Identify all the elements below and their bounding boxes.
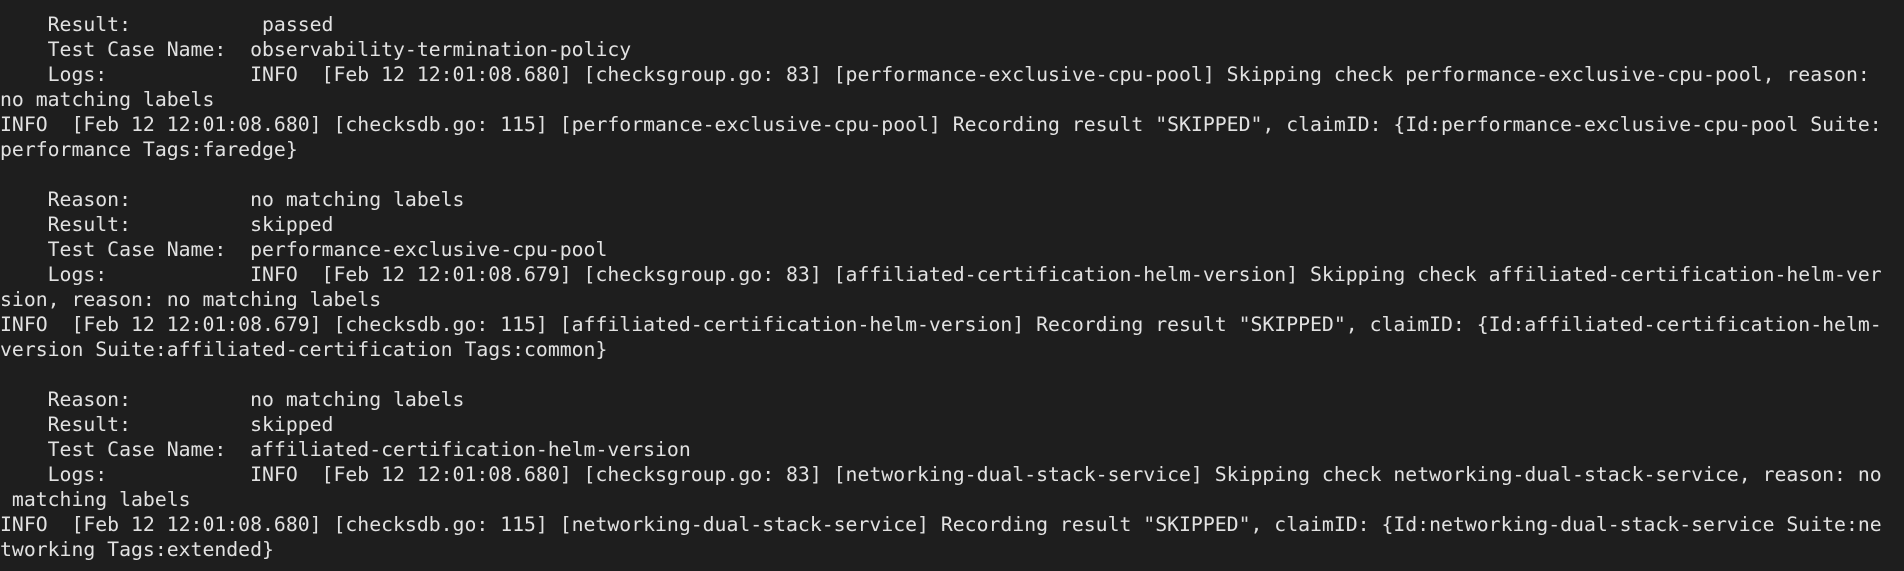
terminal-line: performance Tags:faredge} <box>0 138 298 161</box>
terminal-line: tworking Tags:extended} <box>0 538 274 561</box>
terminal-output[interactable]: Result: passed Test Case Name: observabi… <box>0 0 1904 571</box>
terminal-line: version Suite:affiliated-certification T… <box>0 338 608 361</box>
terminal-line: Logs: INFO [Feb 12 12:01:08.679] [checks… <box>0 263 1882 286</box>
terminal-line: Result: skipped <box>0 413 334 436</box>
terminal-line: INFO [Feb 12 12:01:08.679] [checksdb.go:… <box>0 313 1882 336</box>
terminal-line: Result: passed <box>0 13 334 36</box>
terminal-line: Test Case Name: affiliated-certification… <box>0 438 691 461</box>
terminal-line: INFO [Feb 12 12:01:08.680] [checksdb.go:… <box>0 513 1882 536</box>
terminal-line: matching labels <box>0 488 191 511</box>
terminal-line: Reason: no matching labels <box>0 188 465 211</box>
terminal-line: Test Case Name: observability-terminatio… <box>0 38 632 61</box>
terminal-line: Test Case Name: performance-exclusive-cp… <box>0 238 608 261</box>
terminal-line: INFO [Feb 12 12:01:08.680] [checksdb.go:… <box>0 113 1882 136</box>
terminal-line: sion, reason: no matching labels <box>0 288 382 311</box>
terminal-line: Result: skipped <box>0 213 334 236</box>
terminal-line: no matching labels <box>0 88 215 111</box>
terminal-line: Reason: no matching labels <box>0 388 465 411</box>
terminal-line: Logs: INFO [Feb 12 12:01:08.680] [checks… <box>0 63 1870 86</box>
terminal-line: Logs: INFO [Feb 12 12:01:08.680] [checks… <box>0 463 1882 486</box>
